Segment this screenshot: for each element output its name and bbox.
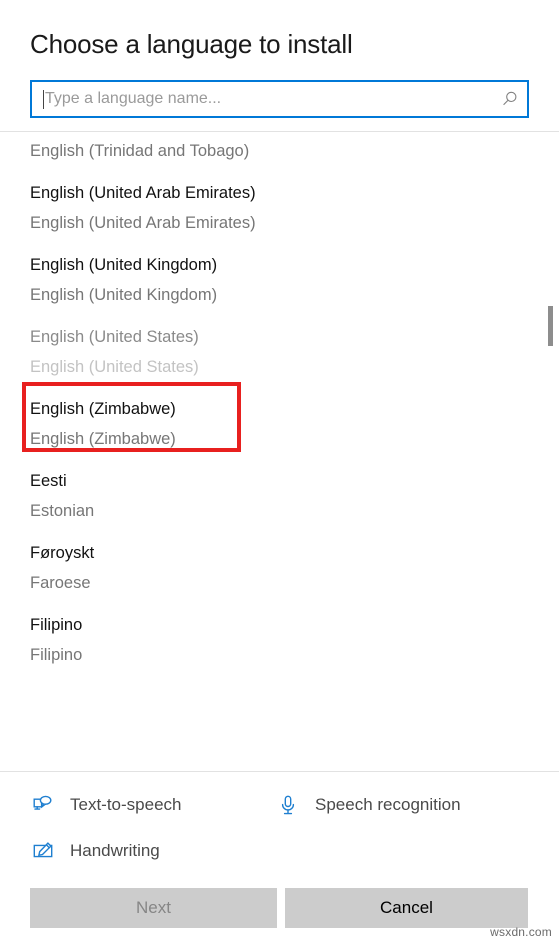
search-box[interactable] <box>30 80 529 118</box>
language-native-name: English (United States) <box>30 328 199 346</box>
language-english-name: Faroese <box>30 574 91 592</box>
language-list-inner: English (Trinidad and Tobago) English (T… <box>0 132 559 682</box>
list-item-english-united-states: English (United States) English (United … <box>0 322 559 382</box>
language-native-name: English (United Arab Emirates) <box>30 184 256 202</box>
language-native-name: English (Zimbabwe) <box>30 400 176 418</box>
language-english-name: English (United Arab Emirates) <box>30 214 256 232</box>
search-icon <box>493 90 527 108</box>
language-english-name: English (United States) <box>30 358 199 376</box>
next-button[interactable]: Next <box>30 888 277 928</box>
feature-label: Handwriting <box>70 841 160 860</box>
language-english-name: English (Trinidad and Tobago) <box>30 142 250 160</box>
language-english-name: Filipino <box>30 646 83 664</box>
feature-label: Speech recognition <box>315 795 461 814</box>
language-native-name: Eesti <box>30 472 67 490</box>
language-native-name: English (United Kingdom) <box>30 256 218 274</box>
feature-handwriting: Handwriting <box>30 834 275 868</box>
search-input[interactable] <box>44 82 493 116</box>
text-to-speech-icon <box>30 792 56 818</box>
language-list-region: English (Trinidad and Tobago) English (T… <box>0 131 559 771</box>
dialog-footer: Next Cancel <box>0 874 559 944</box>
language-english-name: English (United Kingdom) <box>30 286 218 304</box>
scrollbar-thumb[interactable] <box>548 306 553 346</box>
list-item[interactable]: English (United Arab Emirates) English (… <box>0 178 559 238</box>
language-features: Text-to-speech Speech recognition Handwr… <box>0 771 559 874</box>
feature-text-to-speech: Text-to-speech <box>30 788 275 822</box>
list-item[interactable]: English (Trinidad and Tobago) English (T… <box>0 132 559 166</box>
language-list[interactable]: English (Trinidad and Tobago) English (T… <box>0 132 559 771</box>
language-native-name: Føroyskt <box>30 544 95 562</box>
choose-language-dialog: Choose a language to install English (Tr… <box>0 0 559 944</box>
microphone-icon <box>275 792 301 818</box>
watermark: wsxdn.com <box>490 925 552 939</box>
list-item[interactable]: Filipino Filipino <box>0 610 559 670</box>
list-item[interactable]: Føroyskt Faroese <box>0 538 559 598</box>
cancel-button[interactable]: Cancel <box>285 888 528 928</box>
handwriting-icon <box>30 838 56 864</box>
language-native-name: Filipino <box>30 616 83 634</box>
list-item[interactable]: English (United Kingdom) English (United… <box>0 250 559 310</box>
feature-label: Text-to-speech <box>70 795 182 814</box>
language-english-name: English (Zimbabwe) <box>30 430 176 448</box>
language-english-name: Estonian <box>30 502 95 520</box>
list-item[interactable]: Eesti Estonian <box>0 466 559 526</box>
list-scrollbar[interactable] <box>548 132 553 771</box>
dialog-header: Choose a language to install <box>0 0 559 60</box>
page-title: Choose a language to install <box>30 29 353 59</box>
list-item[interactable]: English (Zimbabwe) English (Zimbabwe) <box>0 394 559 454</box>
feature-speech-recognition: Speech recognition <box>275 788 520 822</box>
